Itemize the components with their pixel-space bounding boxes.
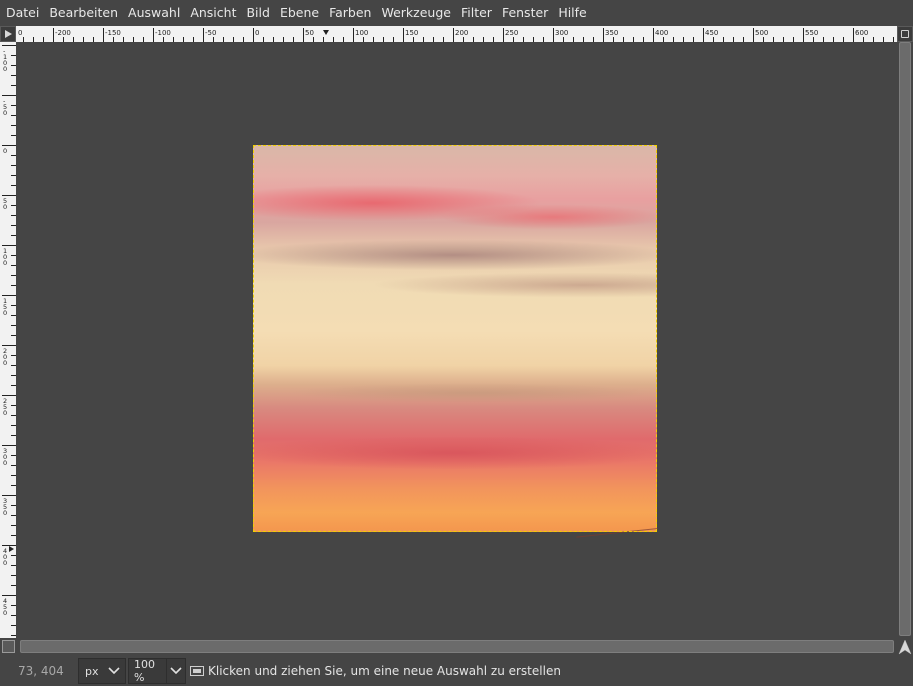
menu-auswahl[interactable]: Auswahl [123, 0, 185, 26]
ruler-label: 50 [305, 29, 314, 37]
ruler-label: 0 [3, 259, 7, 267]
ruler-label: 300 [555, 29, 568, 37]
menu-ebene[interactable]: Ebene [275, 0, 324, 26]
ruler-label: 200 [455, 29, 468, 37]
vertical-ruler[interactable]: -100-50050100150200250300350400450500 [0, 42, 16, 638]
horizontal-ruler[interactable]: 0 -200 -150 -100 -50 0 50 100 150 200 250 300 350 400… [16, 26, 897, 42]
ruler-label: 400 [655, 29, 668, 37]
navigate-icon[interactable] [897, 638, 913, 656]
menu-datei[interactable]: Datei [1, 0, 44, 26]
ruler-label: 0 [3, 109, 7, 117]
ruler-label: 350 [605, 29, 618, 37]
zoom-value[interactable]: 100 % [134, 658, 166, 684]
menu-bild[interactable]: Bild [241, 0, 274, 26]
ruler-label: 500 [755, 29, 768, 37]
selection-icon [190, 666, 204, 676]
ruler-label: 250 [505, 29, 518, 37]
horizontal-scroll-row [0, 638, 913, 656]
gimp-window: Datei Bearbeiten Auswahl Ansicht Bild Eb… [0, 0, 913, 686]
menu-farben[interactable]: Farben [324, 0, 376, 26]
pointer-position-marker [323, 30, 329, 35]
zoom-fit-icon [901, 30, 909, 38]
ruler-label: 0 [3, 409, 7, 417]
ruler-label: 0 [3, 359, 7, 367]
horizontal-scrollbar[interactable] [18, 640, 895, 653]
unit-value: px [85, 664, 99, 678]
zoom-to-fit-button[interactable] [897, 26, 913, 42]
menu-bearbeiten[interactable]: Bearbeiten [44, 0, 123, 26]
ruler-label: 0 [3, 509, 7, 517]
ruler-corner-button[interactable] [0, 26, 16, 42]
triangle-right-icon [5, 30, 12, 38]
ruler-label: 450 [705, 29, 718, 37]
ruler-label: 600 [855, 29, 868, 37]
ruler-label: 0 [3, 459, 7, 467]
unit-selector[interactable]: px [78, 658, 126, 684]
menu-filter[interactable]: Filter [456, 0, 497, 26]
chevron-down-icon[interactable] [166, 659, 185, 683]
ruler-label: -100 [155, 29, 171, 37]
status-message: Klicken und ziehen Sie, um eine neue Aus… [208, 664, 561, 678]
menu-hilfe[interactable]: Hilfe [553, 0, 591, 26]
ruler-label: 0 [3, 65, 7, 73]
ruler-label: 0 [3, 609, 7, 617]
horizontal-ruler-scale: 0 -200 -150 -100 -50 0 50 100 150 200 250 300 350 400… [18, 28, 894, 42]
ruler-label: 150 [405, 29, 418, 37]
ruler-label: 0 [3, 203, 7, 211]
status-bar: 73, 404 px 100 % Klicken und ziehen Sie,… [0, 656, 913, 686]
menu-ansicht[interactable]: Ansicht [185, 0, 241, 26]
ruler-label: 550 [805, 29, 818, 37]
quick-mask-icon[interactable] [2, 640, 15, 653]
ruler-label: 0 [3, 559, 7, 567]
vertical-scrollbar-thumb[interactable] [899, 42, 911, 636]
ruler-label: 0 [255, 29, 259, 37]
zoom-selector[interactable]: 100 % [128, 658, 186, 684]
pointer-coordinates: 73, 404 [18, 664, 64, 678]
image-canvas[interactable] [16, 42, 897, 638]
vertical-ruler-scale: -100-50050100150200250300350400450500 [2, 45, 16, 636]
horizontal-scrollbar-thumb[interactable] [20, 640, 894, 653]
ruler-label: -200 [55, 29, 71, 37]
menu-werkzeuge[interactable]: Werkzeuge [376, 0, 456, 26]
menu-bar: Datei Bearbeiten Auswahl Ansicht Bild Eb… [0, 0, 913, 26]
vertical-scrollbar[interactable] [897, 42, 913, 638]
sunset-sky-image[interactable] [253, 145, 657, 532]
menu-fenster[interactable]: Fenster [497, 0, 553, 26]
ruler-label: -150 [105, 29, 121, 37]
pointer-position-marker [9, 546, 14, 552]
ruler-label: 0 [18, 29, 22, 37]
ruler-label: 100 [355, 29, 368, 37]
ruler-label: 0 [3, 147, 7, 155]
chevron-down-icon [105, 659, 123, 683]
ruler-label: -50 [205, 29, 216, 37]
ruler-label: 0 [3, 309, 7, 317]
